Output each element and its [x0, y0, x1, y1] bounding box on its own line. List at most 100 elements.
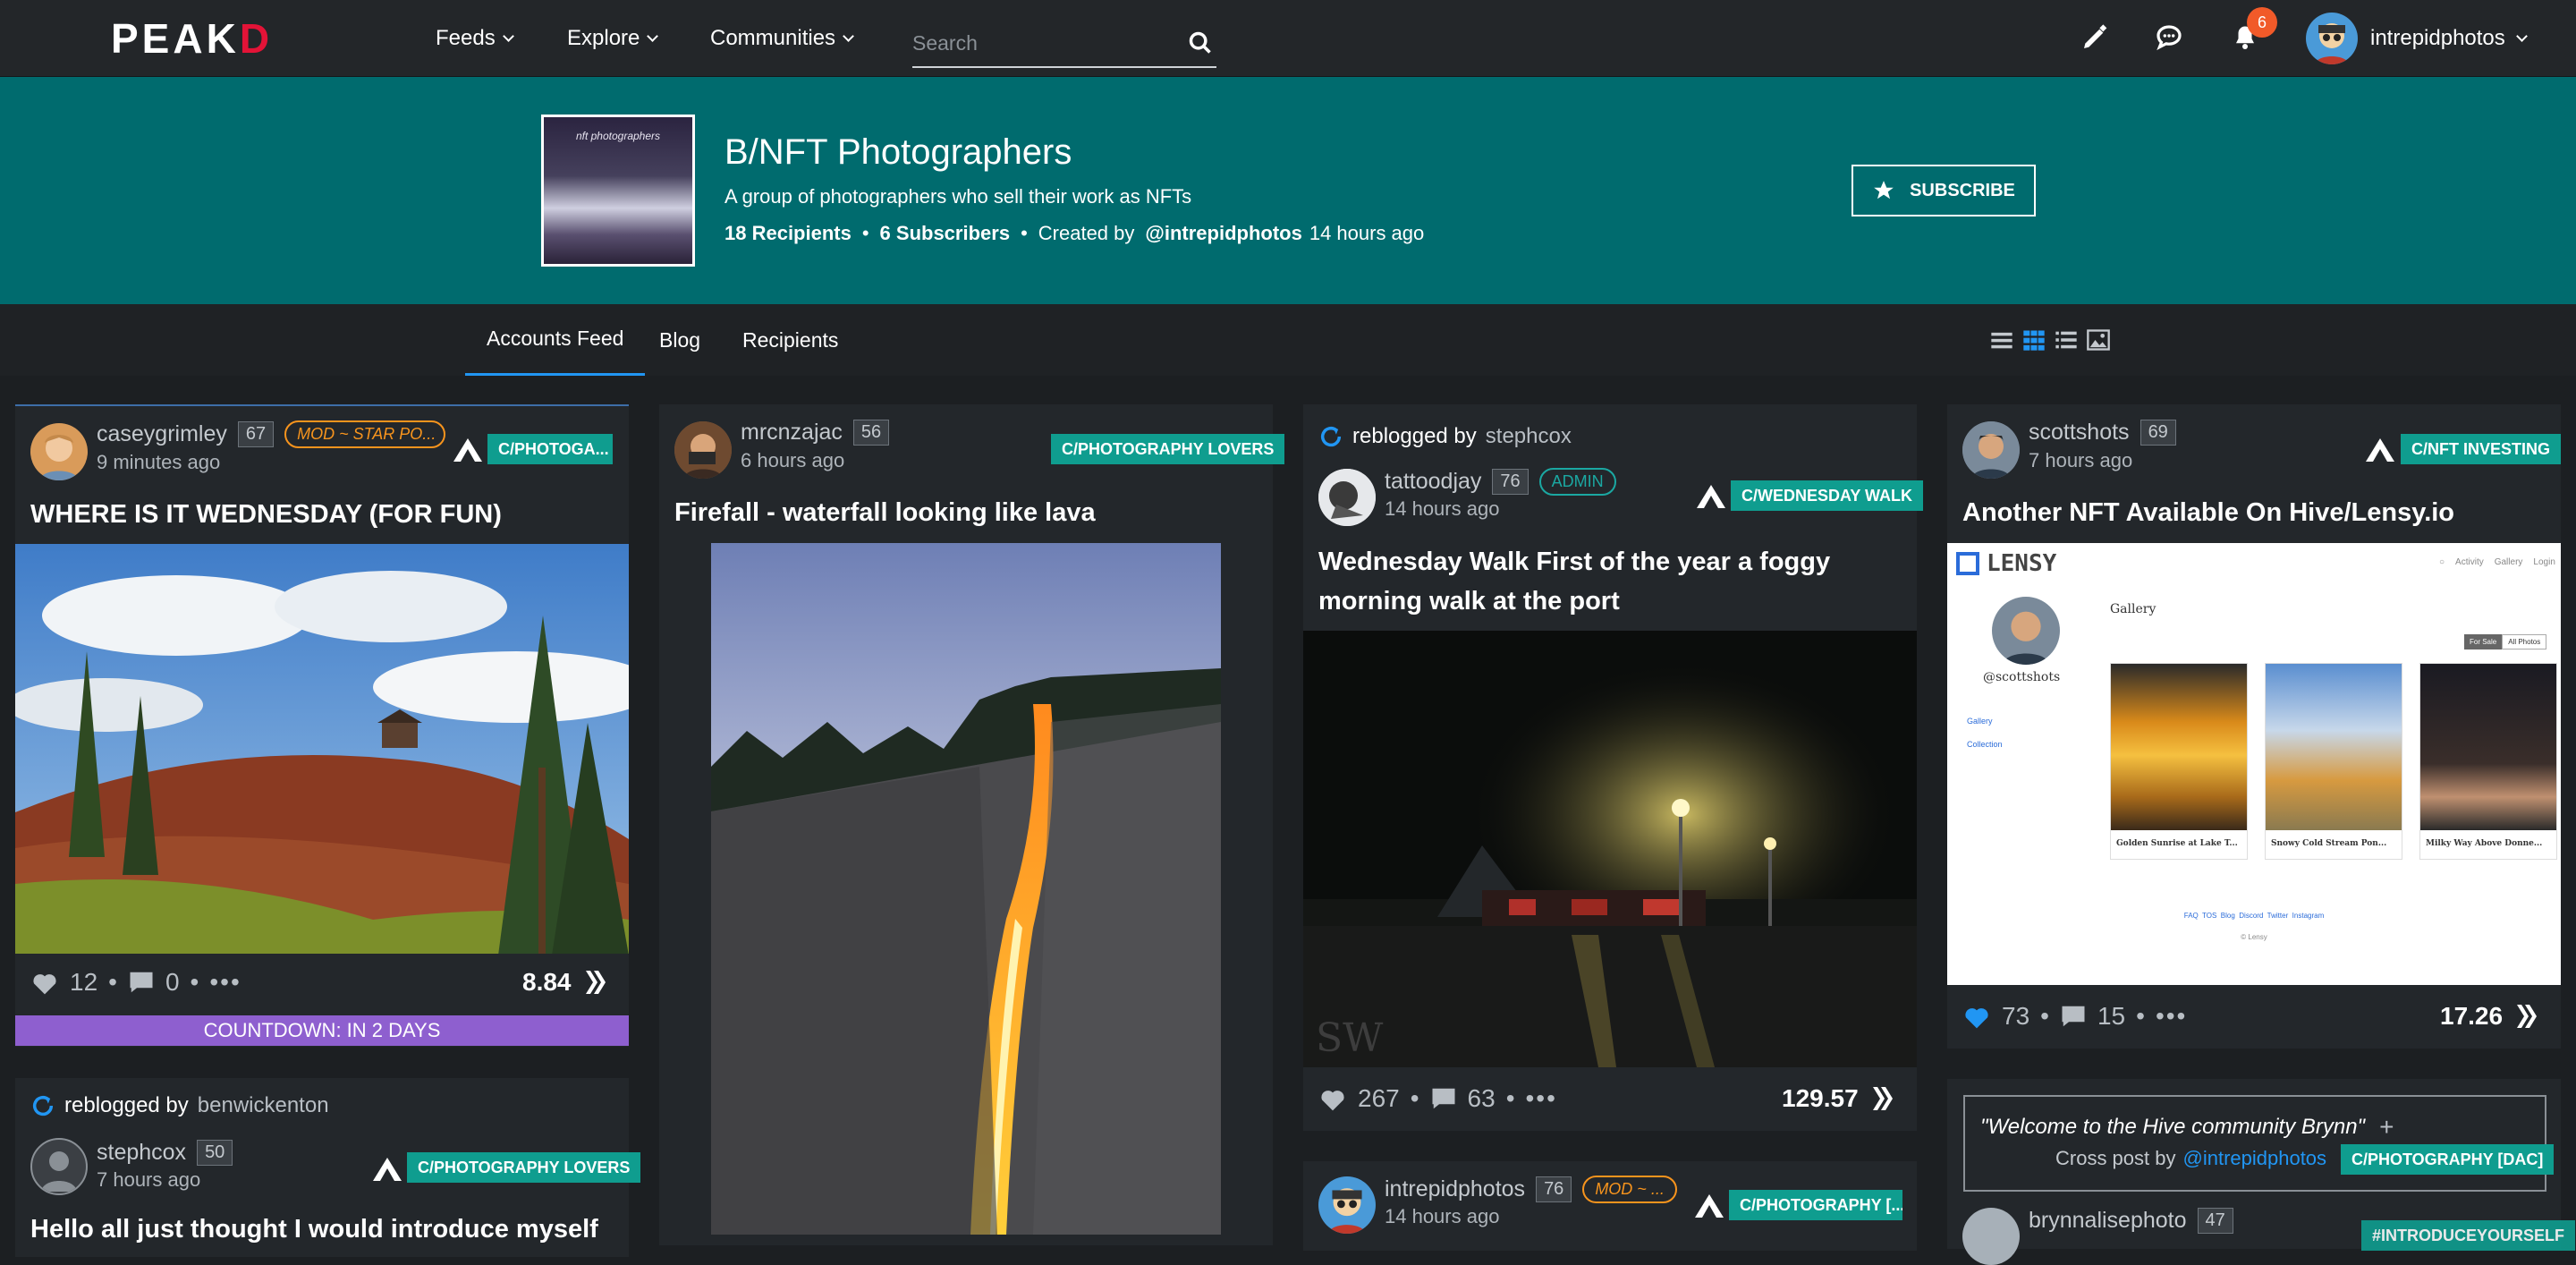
heart-icon[interactable]: [1318, 1085, 1347, 1112]
subscribe-button[interactable]: SUBSCRIBE: [1852, 165, 2036, 216]
mod-role-badge: MOD ~ STAR PO...: [284, 420, 446, 448]
search-input[interactable]: [912, 30, 1172, 55]
author-avatar[interactable]: [1318, 469, 1376, 526]
post-payout[interactable]: 129.57: [1782, 1084, 1898, 1113]
crosspost-box[interactable]: [1963, 1095, 2546, 1192]
nav-explore-label: Explore: [567, 26, 640, 50]
lensy-photo: [2420, 664, 2556, 830]
recipients-count[interactable]: 18 Recipients: [724, 222, 852, 245]
image-view-icon[interactable]: [2086, 327, 2111, 352]
post-title-line: morning walk at the port: [1318, 587, 1620, 616]
tab-bar: [0, 304, 2576, 376]
lensy-photo-title: Milky Way Above Donne...: [2426, 839, 2543, 848]
post-title[interactable]: Wednesday Walk First of the year a foggy…: [1318, 542, 1830, 621]
post-title[interactable]: Another NFT Available On Hive/Lensy.io: [1962, 493, 2454, 532]
countdown-bar: COUNTDOWN: IN 2 DAYS: [15, 1015, 629, 1046]
more-options-icon[interactable]: •••: [1526, 1084, 1557, 1113]
compact-list-icon[interactable]: [2054, 327, 2079, 352]
chevron-down-icon: [502, 30, 514, 42]
nav-feeds[interactable]: Feeds: [436, 0, 514, 77]
post-footer: 12 • 0 • •••: [30, 968, 242, 997]
heart-icon[interactable]: [1962, 1003, 1991, 1030]
community-tag[interactable]: #INTRODUCEYOURSELF: [2361, 1220, 2576, 1251]
post-thumbnail[interactable]: LENSY ○ Activity Gallery Login @scottsho…: [1947, 543, 2561, 985]
nav-explore[interactable]: Explore: [567, 0, 659, 77]
post-thumbnail[interactable]: [15, 544, 629, 954]
lensy-nav-gallery: Gallery: [2494, 557, 2523, 567]
user-menu[interactable]: intrepidphotos: [2306, 13, 2528, 64]
author-name[interactable]: intrepidphotos: [1385, 1176, 1525, 1202]
reblogger-name[interactable]: stephcox: [1486, 424, 1572, 449]
tab-blog[interactable]: Blog: [659, 304, 700, 376]
list-view-icon[interactable]: [1989, 327, 2014, 352]
author-avatar[interactable]: [674, 421, 732, 479]
post-payout[interactable]: 17.26: [2440, 1002, 2542, 1031]
author-avatar[interactable]: [1962, 421, 2020, 479]
comment-icon[interactable]: [2060, 1004, 2087, 1029]
chat-icon[interactable]: [2151, 20, 2187, 55]
logo-text-a: PE: [111, 15, 174, 62]
community-tag[interactable]: C/PHOTOGRAPHY [DAC]: [2341, 1144, 2555, 1175]
hive-token-icon: [585, 971, 606, 994]
separator-dot: •: [1410, 1084, 1419, 1112]
vote-count: 267: [1358, 1084, 1400, 1112]
community-tag[interactable]: C/PHOTOGRAPHY LOVERS: [407, 1152, 641, 1183]
nav-communities[interactable]: Communities: [710, 0, 854, 77]
more-options-icon[interactable]: •••: [209, 968, 241, 997]
chevron-down-icon: [647, 30, 659, 42]
post-payout[interactable]: 8.84: [522, 968, 611, 997]
post-thumbnail[interactable]: SW: [1303, 631, 1917, 1067]
separator-dot: •: [108, 968, 117, 996]
author-name[interactable]: caseygrimley: [97, 421, 227, 447]
plus-icon[interactable]: +: [2379, 1113, 2394, 1142]
lensy-copyright: © Lensy: [2241, 933, 2267, 941]
post-title[interactable]: Hello all just thought I would introduce…: [30, 1210, 598, 1249]
author-reputation: 56: [852, 420, 890, 446]
tab-recipients[interactable]: Recipients: [742, 304, 838, 376]
reblogger-name[interactable]: benwickenton: [198, 1093, 329, 1118]
community-tag[interactable]: C/PHOTOGA...: [487, 434, 613, 464]
post-footer: 267 • 63 • •••: [1318, 1084, 1557, 1113]
tab-accounts-feed[interactable]: Accounts Feed: [465, 304, 646, 376]
author-name[interactable]: scottshots: [2029, 420, 2130, 446]
post-thumbnail[interactable]: [711, 543, 1221, 1235]
heart-icon[interactable]: [30, 969, 59, 996]
reblog-label: reblogged by: [1352, 424, 1477, 448]
creator-link[interactable]: @intrepidphotos: [1145, 222, 1301, 245]
post-title[interactable]: Firefall - waterfall looking like lava: [674, 493, 1096, 532]
lensy-logo: LENSY: [1956, 550, 2056, 577]
community-tag[interactable]: C/PHOTOGRAPHY [...: [1729, 1190, 1902, 1220]
author-avatar[interactable]: [1318, 1176, 1376, 1234]
subscribers-count[interactable]: 6 Subscribers: [880, 222, 1011, 245]
grid-view-icon[interactable]: [2021, 327, 2046, 352]
author-avatar[interactable]: [1962, 1208, 2020, 1265]
author-reputation: 50: [197, 1140, 233, 1166]
created-by-label: Created by: [1038, 222, 1135, 244]
comment-icon[interactable]: [128, 970, 155, 995]
community-tag[interactable]: C/NFT INVESTING: [2401, 434, 2562, 464]
comment-icon[interactable]: [1430, 1086, 1457, 1111]
lensy-avatar: [1992, 597, 2060, 665]
nav-feeds-label: Feeds: [436, 26, 496, 50]
author-name[interactable]: stephcox: [97, 1140, 186, 1166]
author-avatar[interactable]: [30, 423, 88, 480]
peakd-logo[interactable]: PE A K D: [111, 14, 273, 63]
post-footer: 73 • 15 • •••: [1962, 1002, 2187, 1031]
author-name[interactable]: mrcnzajac: [741, 420, 843, 446]
author-name[interactable]: tattoodjay: [1385, 469, 1481, 495]
community-tag[interactable]: C/WEDNESDAY WALK: [1731, 480, 1924, 511]
comment-count: 15: [2097, 1002, 2126, 1030]
lensy-side-gallery: Gallery: [1967, 717, 1993, 726]
payout-value: 17.26: [2440, 1002, 2504, 1030]
community-stats: 18 Recipients • 6 Subscribers • Created …: [724, 222, 1424, 245]
post-title[interactable]: WHERE IS IT WEDNESDAY (FOR FUN): [30, 495, 502, 534]
author-avatar[interactable]: [30, 1138, 88, 1195]
lensy-photo: [2266, 664, 2402, 830]
community-tag[interactable]: C/PHOTOGRAPHY LOVERS: [1051, 434, 1285, 464]
search-icon[interactable]: [1188, 30, 1213, 55]
more-options-icon[interactable]: •••: [2156, 1002, 2187, 1031]
pencil-icon[interactable]: [2077, 20, 2113, 55]
author-name[interactable]: brynnalisephoto: [2029, 1208, 2187, 1234]
lensy-heading: Gallery: [2110, 602, 2157, 616]
crosspost-user-link[interactable]: @intrepidphotos: [2183, 1147, 2327, 1170]
